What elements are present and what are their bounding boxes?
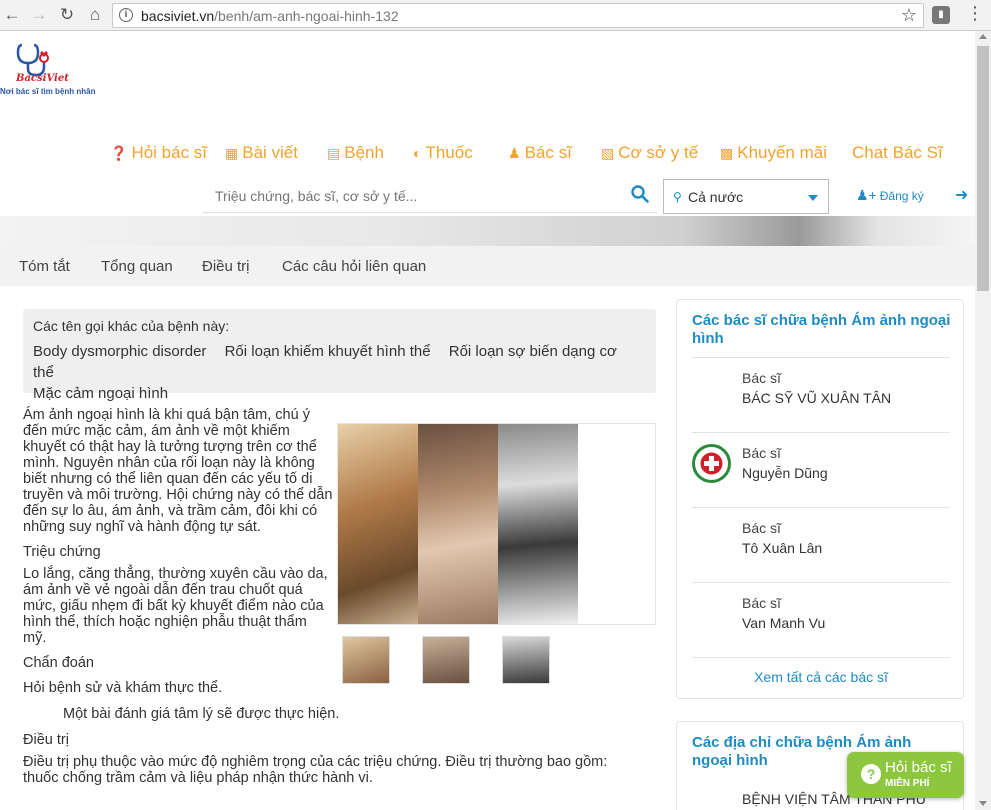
- doctor-name[interactable]: BÁC SỸ VŨ XUÂN TÂN: [742, 390, 891, 406]
- header-banner: [0, 216, 975, 246]
- tab-related-questions[interactable]: Các câu hỏi liên quan: [282, 258, 426, 275]
- symptoms-heading: Triệu chứng: [23, 544, 101, 560]
- hospital-logo-avatar: [692, 444, 731, 483]
- search-input[interactable]: [203, 179, 623, 213]
- gallery-photo-3: [498, 424, 578, 624]
- gallery-thumb-2[interactable]: [422, 636, 470, 684]
- doctor-icon: ♟: [508, 145, 521, 161]
- doctors-panel: Các bác sĩ chữa bệnh Ám ảnh ngoại hình B…: [676, 299, 964, 699]
- alternate-names-heading: Các tên gọi khác của bệnh này:: [33, 318, 230, 334]
- login-icon[interactable]: ➜: [955, 185, 968, 205]
- disease-tabs: Tóm tắt Tổng quan Điều trị Các câu hỏi l…: [0, 246, 975, 286]
- stethoscope-icon: [16, 43, 49, 77]
- diagnosis-text: Hỏi bệnh sử và khám thực thể.: [23, 680, 223, 696]
- site-logo[interactable]: BacsiViet Nơi bác sĩ tìm bệnh nhân: [0, 41, 95, 101]
- address-bar[interactable]: i bacsiviet.vn/benh/am-anh-ngoai-hinh-13…: [112, 3, 924, 28]
- nav-diseases[interactable]: ▤ Bệnh: [327, 143, 384, 163]
- tab-summary[interactable]: Tóm tắt: [19, 258, 70, 275]
- treatment-text-2: thuốc chống trầm cảm và liệu pháp nhận t…: [23, 770, 373, 786]
- alternate-name[interactable]: Mặc cảm ngoại hình: [33, 385, 168, 402]
- back-icon[interactable]: ←: [0, 3, 24, 27]
- gallery-photo-1: [338, 424, 418, 624]
- chevron-down-icon: [808, 195, 818, 201]
- doctor-item[interactable]: Bác sĩ Van Manh Vu: [692, 582, 950, 657]
- article-body: Ám ảnh ngoại hình là khi quá bận tâm, ch…: [23, 407, 333, 677]
- ask-button-sublabel: MIỄN PHÍ: [885, 778, 930, 789]
- home-icon[interactable]: ⌂: [83, 3, 107, 27]
- reload-icon[interactable]: ↻: [55, 3, 79, 27]
- article-intro: Ám ảnh ngoại hình là khi quá bận tâm, ch…: [23, 407, 333, 535]
- alternate-names-box: Các tên gọi khác của bệnh này: Body dysm…: [23, 309, 656, 402]
- image-gallery[interactable]: [337, 423, 656, 625]
- web-page: BacsiViet Nơi bác sĩ tìm bệnh nhân ❓ Hỏi …: [0, 31, 975, 810]
- diagnosis-extra-text: Một bài đánh giá tâm lý sẽ được thực hiệ…: [63, 706, 340, 722]
- nav-chat-doctor[interactable]: Chat Bác Sĩ: [852, 143, 943, 163]
- nav-promotions[interactable]: ▩ Khuyến mãi: [720, 143, 827, 163]
- page-scrollbar[interactable]: [975, 31, 991, 810]
- forward-icon[interactable]: →: [27, 3, 51, 27]
- doctor-item[interactable]: Bác sĩ BÁC SỸ VŨ XUÂN TÂN: [692, 357, 950, 432]
- extension-icon[interactable]: ▮: [932, 6, 950, 24]
- search-icon[interactable]: [631, 185, 649, 203]
- map-pin-icon: ⚲: [673, 190, 682, 204]
- alternate-name[interactable]: Rối loạn khiếm khuyết hình thể: [225, 343, 431, 360]
- tab-overview[interactable]: Tổng quan: [101, 258, 173, 275]
- see-all-doctors-link[interactable]: Xem tất cả các bác sĩ: [677, 669, 965, 685]
- doctor-name[interactable]: Nguyễn Dũng: [742, 465, 828, 481]
- doctor-item[interactable]: Bác sĩ Tô Xuân Lân: [692, 507, 950, 582]
- gift-icon: ▩: [720, 145, 734, 161]
- gallery-thumb-1[interactable]: [342, 636, 390, 684]
- gallery-thumb-3[interactable]: [502, 636, 550, 684]
- treatment-text-1: Điều trị phụ thuộc vào mức độ nghiêm trọ…: [23, 754, 608, 770]
- nav-doctors[interactable]: ♟ Bác sĩ: [508, 143, 572, 163]
- url-domain: bacsiviet.vn: [141, 8, 215, 24]
- location-select[interactable]: ⚲ Cả nước: [663, 179, 829, 214]
- user-plus-icon: ♟+: [856, 187, 877, 203]
- nav-facilities[interactable]: ▧ Cơ sở y tế: [601, 143, 698, 163]
- logo-tagline: Nơi bác sĩ tìm bệnh nhân: [0, 87, 96, 96]
- scroll-up-icon[interactable]: [979, 34, 987, 39]
- nav-ask-doctor[interactable]: ❓ Hỏi bác sĩ: [110, 143, 207, 163]
- treatment-heading: Điều trị: [23, 732, 69, 748]
- newspaper-icon: ▦: [225, 145, 239, 161]
- location-value: Cả nước: [688, 189, 744, 205]
- scroll-down-icon[interactable]: [979, 801, 987, 806]
- logo-brand: BacsiViet: [16, 73, 69, 84]
- divider: [692, 657, 950, 658]
- alternate-names-list: Body dysmorphic disorder Rối loạn khiếm …: [33, 341, 643, 404]
- diagnosis-heading: Chẩn đoán: [23, 655, 94, 671]
- ask-button-label: Hỏi bác sĩ: [885, 759, 952, 776]
- doctor-name[interactable]: Van Manh Vu: [742, 615, 825, 631]
- doctor-item[interactable]: Bác sĩ Nguyễn Dũng: [692, 432, 950, 507]
- nav-articles[interactable]: ▦ Bài viết: [225, 143, 298, 163]
- alternate-name[interactable]: Body dysmorphic disorder: [33, 343, 206, 360]
- url-path: /benh/am-anh-ngoai-hinh-132: [214, 8, 399, 24]
- pill-icon: ◐: [413, 145, 422, 161]
- symptoms-text: Lo lắng, căng thẳng, thường xuyên cầu và…: [23, 566, 328, 646]
- bookmark-star-icon[interactable]: ☆: [901, 5, 917, 26]
- browser-toolbar: ← → ↻ ⌂ i bacsiviet.vn/benh/am-anh-ngoai…: [0, 0, 991, 31]
- tab-treatment[interactable]: Điều trị: [202, 258, 250, 275]
- browser-menu-icon[interactable]: ⋮: [966, 3, 984, 24]
- doctors-panel-title: Các bác sĩ chữa bệnh Ám ảnh ngoại hình: [692, 312, 951, 347]
- bed-icon: ▤: [327, 145, 341, 161]
- scrollbar-thumb[interactable]: [977, 46, 989, 291]
- site-info-icon[interactable]: i: [119, 8, 133, 22]
- clipboard-icon: ▧: [601, 145, 615, 161]
- search-box: [203, 179, 657, 213]
- question-icon: ?: [861, 764, 881, 784]
- hospital-cross-icon: [700, 452, 723, 475]
- doctor-name[interactable]: Tô Xuân Lân: [742, 540, 822, 556]
- gallery-photo-2: [418, 424, 498, 624]
- ask-doctor-button[interactable]: ? Hỏi bác sĩ MIỄN PHÍ: [847, 752, 964, 798]
- question-circle-icon: ❓: [110, 145, 128, 161]
- register-link[interactable]: ♟+ Đăng ký: [856, 187, 924, 204]
- nav-medicine[interactable]: ◐ Thuốc: [413, 143, 473, 163]
